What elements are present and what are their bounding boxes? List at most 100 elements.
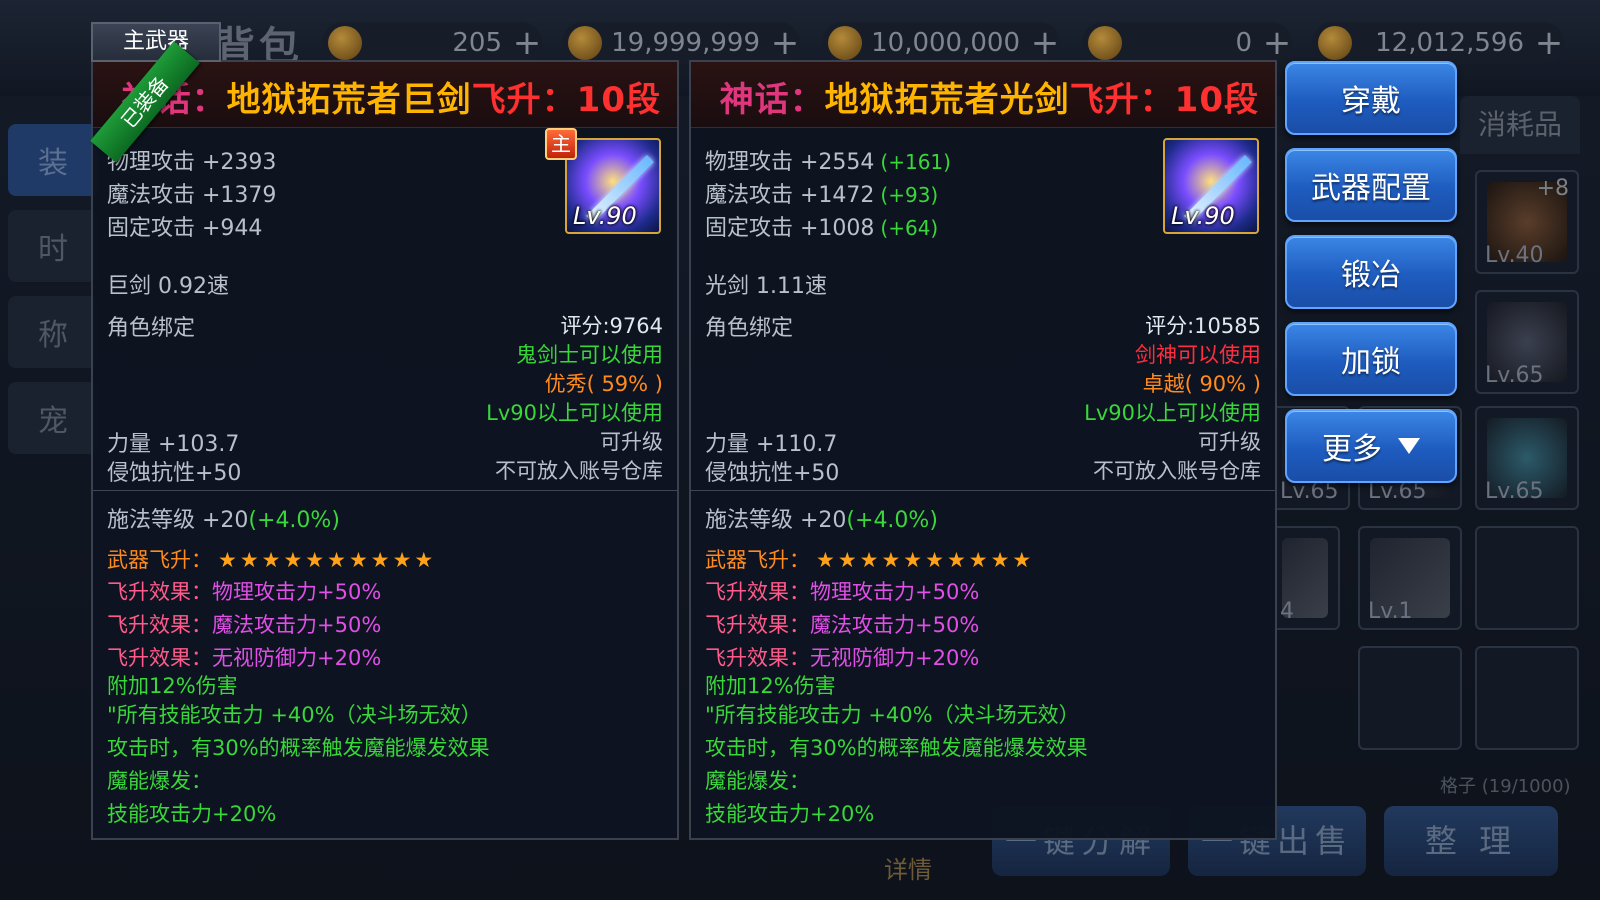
inventory-slot[interactable]: +8 Lv.40 bbox=[1475, 170, 1579, 274]
effect-value: 物理攻击力+50% bbox=[810, 580, 980, 604]
slot-count: 格子 (19/1000) bbox=[1440, 776, 1571, 797]
chevron-down-icon bbox=[1398, 438, 1420, 454]
item-quality: 卓越( 90% ) bbox=[1142, 372, 1261, 396]
stat-label: 魔法攻击 +1472 bbox=[705, 183, 875, 208]
erosion-resist-stat: 侵蚀抗性+50 bbox=[107, 461, 242, 486]
stat-label: 固定攻击 +944 bbox=[107, 216, 263, 241]
effect-key: 飞升效果： bbox=[107, 646, 212, 670]
bonus-line: 附加12%伤害 bbox=[107, 674, 238, 698]
inventory-slot[interactable]: Lv.65 bbox=[1475, 290, 1579, 394]
lightsaber-icon: Lv.90 bbox=[1163, 138, 1259, 234]
currency-value: 10,000,000 bbox=[871, 28, 1020, 58]
equipped-item-tooltip: 神话：地狱拓荒者巨剑飞升：10段 Lv.90 主 物理攻击 +2393 魔法攻击… bbox=[91, 60, 679, 840]
main-weapon-badge: 主 bbox=[545, 128, 577, 160]
add-currency-icon[interactable]: + bbox=[1262, 26, 1292, 60]
add-currency-icon[interactable]: + bbox=[1534, 26, 1564, 60]
detail-link[interactable]: 详情 bbox=[884, 850, 932, 885]
enhance-badge: +8 bbox=[1536, 176, 1569, 201]
effect-key: 飞升效果： bbox=[705, 580, 810, 604]
main-weapon-tab: 主武器 bbox=[91, 22, 221, 62]
cast-level-stat: 施法等级 +20(+4.0%) bbox=[705, 502, 938, 534]
bonus-line: 附加12%伤害 bbox=[705, 674, 836, 698]
effect-value: 无视防御力+20% bbox=[810, 646, 980, 670]
currency-value: 205 bbox=[452, 28, 502, 58]
effect-key: 飞升效果： bbox=[107, 580, 212, 604]
physical-attack-stat: 物理攻击 +2393 bbox=[107, 144, 276, 176]
cast-level-label: 施法等级 +20 bbox=[107, 508, 249, 533]
more-button[interactable]: 更多 bbox=[1285, 409, 1457, 483]
ascend-effect: 飞升效果：无视防御力+20% bbox=[705, 642, 979, 672]
scroll-icon bbox=[828, 26, 862, 60]
item-title: 神话：地狱拓荒者光剑飞升：10段 bbox=[720, 72, 1259, 121]
inventory-slot[interactable]: 4 bbox=[1270, 526, 1340, 630]
divider bbox=[691, 490, 1275, 491]
fixed-attack-stat: 固定攻击 +944 bbox=[107, 210, 262, 242]
item-rarity: 神话： bbox=[719, 80, 825, 120]
stat-diff: (+93) bbox=[880, 183, 939, 207]
weapon-ascend-row: 武器飞升： ★★★★★★★★★★ bbox=[107, 544, 436, 574]
add-currency-icon[interactable]: + bbox=[1030, 26, 1060, 60]
lock-button[interactable]: 加锁 bbox=[1285, 322, 1457, 396]
add-currency-icon[interactable]: + bbox=[512, 26, 542, 60]
item-name: 地狱拓荒者光剑 bbox=[824, 80, 1070, 120]
weapon-config-button[interactable]: 武器配置 bbox=[1285, 148, 1457, 222]
stat-label: 物理攻击 +2393 bbox=[107, 150, 277, 175]
ascend-label: 武器飞升： bbox=[705, 548, 810, 572]
ascend-effect: 飞升效果：魔法攻击力+50% bbox=[107, 609, 381, 639]
ascend-stars: ★★★★★★★★★★ bbox=[816, 548, 1035, 572]
button-label: 武器配置 bbox=[1311, 171, 1431, 206]
ascend-effect: 飞升效果：物理攻击力+50% bbox=[705, 576, 979, 606]
tab-equipment[interactable]: 装 bbox=[8, 124, 98, 196]
sort-button[interactable]: 整 理 bbox=[1384, 806, 1558, 876]
icon-level: Lv.90 bbox=[573, 202, 637, 230]
effect-value: 魔法攻击力+50% bbox=[212, 613, 382, 637]
item-name: 地狱拓荒者巨剑 bbox=[226, 80, 472, 120]
stat-label: 固定攻击 +1008 bbox=[705, 216, 875, 241]
stat-diff: (+64) bbox=[880, 216, 939, 240]
bonus-line: 魔能爆发： bbox=[107, 769, 212, 793]
bind-status: 角色绑定 bbox=[107, 316, 196, 341]
storage-restriction: 不可放入账号仓库 bbox=[1093, 459, 1261, 483]
tab-fashion[interactable]: 时 bbox=[8, 210, 98, 282]
magic-attack-stat: 魔法攻击 +1379 bbox=[107, 177, 276, 209]
magic-attack-stat: 魔法攻击 +1472 (+93) bbox=[705, 177, 938, 209]
add-currency-icon[interactable]: + bbox=[770, 26, 800, 60]
inventory-slot-empty[interactable] bbox=[1475, 646, 1579, 750]
wear-button[interactable]: 穿戴 bbox=[1285, 61, 1457, 135]
divider bbox=[93, 490, 677, 491]
item-title-bar: 神话：地狱拓荒者光剑飞升：10段 bbox=[691, 62, 1275, 128]
stat-label: 魔法攻击 +1379 bbox=[107, 183, 277, 208]
bonus-line: 攻击时，有30%的概率触发魔能爆发效果 bbox=[705, 736, 1088, 760]
physical-attack-stat: 物理攻击 +2554 (+161) bbox=[705, 144, 951, 176]
inventory-slot-empty[interactable] bbox=[1358, 646, 1462, 750]
button-label: 更多 bbox=[1322, 432, 1382, 467]
slot-level: Lv.1 bbox=[1368, 599, 1413, 624]
item-ascend-level: 飞升：10段 bbox=[471, 80, 661, 120]
tab-consumables[interactable]: 消耗品 bbox=[1460, 96, 1580, 154]
strength-stat: 力量 +103.7 bbox=[107, 432, 240, 457]
inventory-slot[interactable]: Lv.1 bbox=[1358, 526, 1462, 630]
fixed-attack-stat: 固定攻击 +1008 (+64) bbox=[705, 210, 938, 242]
usable-class: 剑神可以使用 bbox=[1135, 343, 1261, 367]
scroll-icon bbox=[568, 26, 602, 60]
level-requirement: Lv90以上可以使用 bbox=[1084, 401, 1261, 425]
upgradable-flag: 可升级 bbox=[600, 430, 663, 454]
bonus-line: "所有技能攻击力 +40%（决斗场无效） bbox=[705, 703, 1080, 727]
currency-coin: 0 + bbox=[1082, 22, 1292, 64]
tab-pet[interactable]: 宠 bbox=[8, 382, 98, 454]
compared-item-tooltip: 神话：地狱拓荒者光剑飞升：10段 Lv.90 物理攻击 +2554 (+161) … bbox=[689, 60, 1277, 840]
tab-title[interactable]: 称 bbox=[8, 296, 98, 368]
bonus-line: 魔能爆发： bbox=[705, 769, 810, 793]
button-label: 穿戴 bbox=[1341, 84, 1401, 119]
weapon-speed: 光剑 1.11速 bbox=[705, 274, 827, 299]
currency-compass: 205 + bbox=[322, 22, 542, 64]
inventory-slot-empty[interactable] bbox=[1475, 526, 1579, 630]
cast-level-stat: 施法等级 +20(+4.0%) bbox=[107, 502, 340, 534]
inventory-slot[interactable]: Lv.65 bbox=[1475, 406, 1579, 510]
item-score: 评分:10585 bbox=[1145, 314, 1261, 338]
forge-button[interactable]: 锻冶 bbox=[1285, 235, 1457, 309]
button-label: 锻冶 bbox=[1341, 258, 1401, 293]
cast-level-bonus: (+4.0%) bbox=[248, 508, 340, 533]
item-quality: 优秀( 59% ) bbox=[544, 372, 663, 396]
slot-level: 4 bbox=[1280, 599, 1294, 624]
